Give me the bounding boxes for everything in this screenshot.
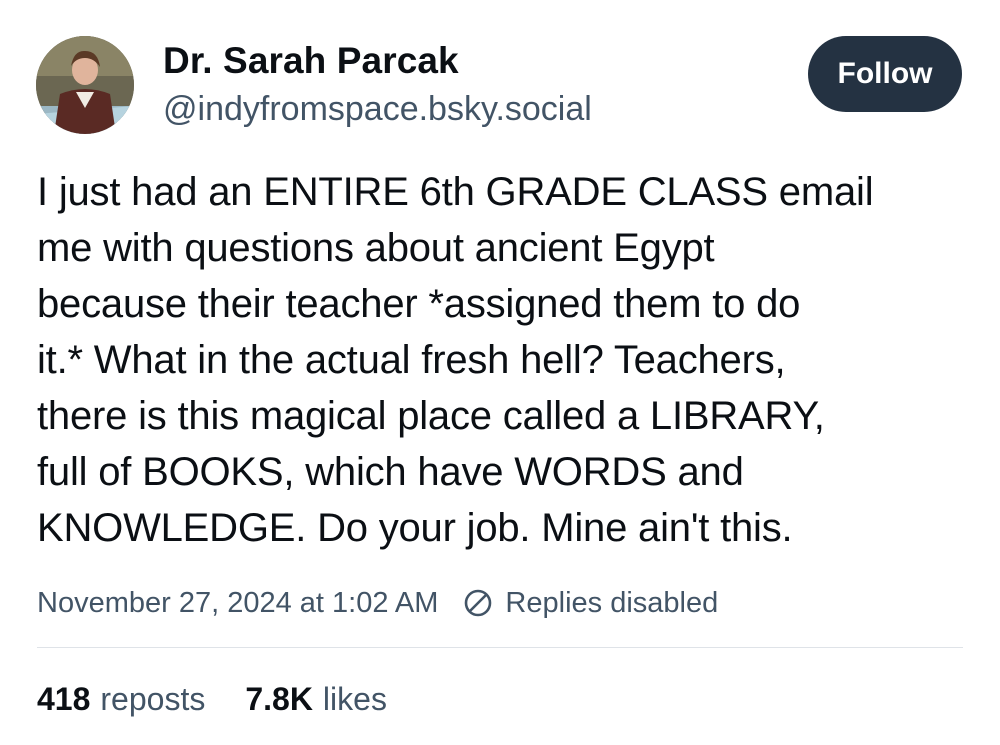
reposts-label: reposts bbox=[100, 680, 206, 717]
post-timestamp[interactable]: November 27, 2024 at 1:02 AM bbox=[37, 587, 438, 620]
post-card: Dr. Sarah Parcak @indyfromspace.bsky.soc… bbox=[0, 0, 1000, 745]
follow-button[interactable]: Follow bbox=[808, 36, 962, 112]
author-display-name[interactable]: Dr. Sarah Parcak bbox=[163, 40, 459, 82]
replies-status-label: Replies disabled bbox=[505, 586, 719, 619]
divider bbox=[37, 647, 963, 648]
likes-label: likes bbox=[322, 680, 387, 717]
post-meta: November 27, 2024 at 1:02 AM Replies dis… bbox=[37, 583, 718, 623]
profile-photo bbox=[36, 36, 134, 134]
post-text: I just had an ENTIRE 6th GRADE CLASS ema… bbox=[37, 170, 874, 550]
reposts-stat[interactable]: 418 reposts bbox=[37, 681, 205, 718]
avatar[interactable] bbox=[36, 36, 134, 134]
likes-count: 7.8K bbox=[245, 680, 313, 717]
reposts-count: 418 bbox=[37, 680, 91, 717]
likes-stat[interactable]: 7.8K likes bbox=[245, 681, 387, 718]
engagement-stats: 418 reposts 7.8K likes bbox=[37, 677, 427, 721]
author-handle[interactable]: @indyfromspace.bsky.social bbox=[163, 90, 592, 129]
no-entry-icon bbox=[462, 587, 494, 619]
replies-status: Replies disabled bbox=[462, 587, 718, 620]
